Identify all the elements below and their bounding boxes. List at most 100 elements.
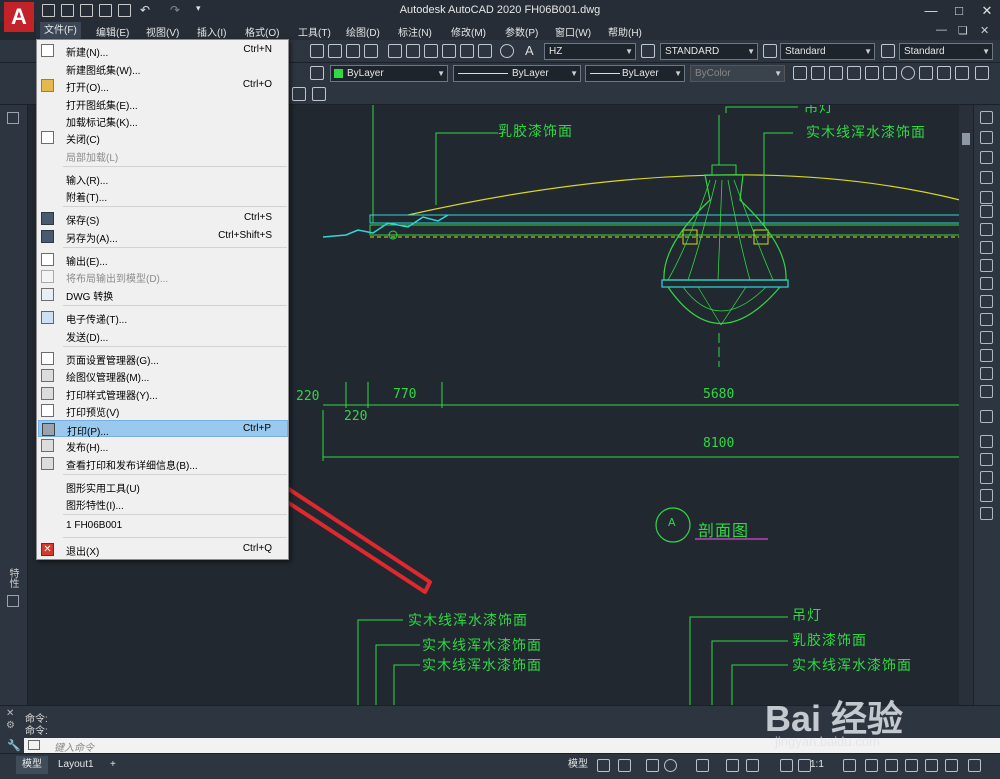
- mirror-icon[interactable]: [980, 151, 993, 164]
- quick-properties-icon[interactable]: [905, 759, 918, 772]
- close-button[interactable]: ✕: [974, 2, 1000, 20]
- move-icon[interactable]: [980, 205, 993, 218]
- draworder-icon[interactable]: [980, 435, 993, 448]
- doc-minimize-button[interactable]: —: [936, 24, 947, 36]
- layer-icon[interactable]: [310, 66, 324, 80]
- annotation-scale[interactable]: 1:1: [804, 756, 830, 774]
- menu-item-open[interactable]: 打开(O)... Ctrl+O: [38, 77, 288, 94]
- properties-icon[interactable]: [388, 44, 402, 58]
- model-space-button[interactable]: 模型: [562, 756, 594, 774]
- menu-item-plot-preview[interactable]: 打印预览(V): [38, 402, 288, 419]
- vertical-scrollbar[interactable]: [959, 105, 973, 705]
- menu-item-plotter-manager[interactable]: 绘图仪管理器(M)...: [38, 367, 288, 384]
- arc-icon[interactable]: [883, 66, 897, 80]
- menu-item-page-setup[interactable]: 页面设置管理器(G)...: [38, 350, 288, 367]
- annotation-visibility-icon[interactable]: [780, 759, 793, 772]
- lineweight-icon[interactable]: [746, 759, 759, 772]
- bring-above-icon[interactable]: [980, 489, 993, 502]
- annotation-monitor-icon[interactable]: [865, 759, 878, 772]
- menu-item-export[interactable]: 输出(E)...: [38, 251, 288, 268]
- array-icon[interactable]: [980, 191, 993, 204]
- menu-item-new-sheetset[interactable]: 新建图纸集(W)...: [38, 60, 288, 77]
- polygon-icon[interactable]: [847, 66, 861, 80]
- command-settings-icon[interactable]: ⚙: [6, 720, 15, 731]
- menu-item-exit[interactable]: ✕ 退出(X) Ctrl+Q: [38, 541, 288, 558]
- menu-item-plot[interactable]: 打印(P)... Ctrl+P: [38, 420, 288, 438]
- layer-previous-icon[interactable]: [312, 87, 326, 101]
- menu-item-drawing-utilities[interactable]: 图形实用工具(U): [38, 478, 288, 495]
- rectangle-icon[interactable]: [865, 66, 879, 80]
- menu-item-plot-details[interactable]: 查看打印和发布详细信息(B)...: [38, 455, 288, 472]
- polar-icon[interactable]: [664, 759, 677, 772]
- isolate-objects-icon[interactable]: [925, 759, 938, 772]
- menu-item-send[interactable]: 发送(D)...: [38, 327, 288, 344]
- text-icon[interactable]: [955, 66, 969, 80]
- snap-icon[interactable]: [618, 759, 631, 772]
- text-style-combo[interactable]: HZ ▼: [544, 43, 636, 60]
- scroll-thumb[interactable]: [962, 133, 970, 145]
- units-icon[interactable]: [885, 759, 898, 772]
- dim-style-combo[interactable]: STANDARD ▼: [660, 43, 758, 60]
- menu-item-attach[interactable]: 附着(T)...: [38, 187, 288, 204]
- stretch-icon[interactable]: [980, 259, 993, 272]
- menu-item-open-sheetset[interactable]: 打开图纸集(E)...: [38, 95, 288, 112]
- send-under-icon[interactable]: [980, 507, 993, 520]
- explode-icon[interactable]: [980, 410, 993, 423]
- menu-item-publish[interactable]: 发布(H)...: [38, 437, 288, 454]
- add-icon[interactable]: [975, 66, 989, 80]
- workspace-gear-icon[interactable]: [843, 759, 856, 772]
- menu-file[interactable]: 文件(F): [40, 22, 81, 40]
- help-icon[interactable]: [500, 44, 514, 58]
- trim-icon[interactable]: [980, 277, 993, 290]
- calculator-icon[interactable]: [478, 44, 492, 58]
- menu-item-import[interactable]: 输入(R)...: [38, 170, 288, 187]
- design-center-icon[interactable]: [406, 44, 420, 58]
- menu-window[interactable]: 窗口(W): [555, 24, 591, 39]
- clean-screen-icon[interactable]: [945, 759, 958, 772]
- menu-modify[interactable]: 修改(M): [451, 24, 486, 39]
- menu-item-dwg-convert[interactable]: DWG 转换: [38, 286, 288, 303]
- spline-icon[interactable]: [919, 66, 933, 80]
- doc-close-button[interactable]: ✕: [980, 24, 989, 37]
- menu-tools[interactable]: 工具(T): [298, 24, 331, 39]
- copy-icon[interactable]: [980, 131, 993, 144]
- maximize-button[interactable]: □: [946, 2, 972, 20]
- menu-item-save-as[interactable]: 另存为(A)... Ctrl+Shift+S: [38, 228, 288, 245]
- isodraft-icon[interactable]: [696, 759, 709, 772]
- table-style-combo[interactable]: Standard ▼: [780, 43, 875, 60]
- multileader-style-combo[interactable]: Standard ▼: [899, 43, 993, 60]
- menu-insert[interactable]: 插入(I): [197, 24, 226, 39]
- break-icon[interactable]: [980, 313, 993, 326]
- tool-palettes-icon[interactable]: [424, 44, 438, 58]
- circle-icon[interactable]: [901, 66, 915, 80]
- join-icon[interactable]: [980, 331, 993, 344]
- fillet-icon[interactable]: [980, 367, 993, 380]
- menu-format[interactable]: 格式(O): [245, 24, 279, 39]
- match-properties-icon[interactable]: [292, 87, 306, 101]
- menu-parametric[interactable]: 参数(P): [505, 24, 538, 39]
- blend-icon[interactable]: [980, 385, 993, 398]
- pan-icon[interactable]: [310, 44, 324, 58]
- menu-item-save[interactable]: 保存(S) Ctrl+S: [38, 210, 288, 227]
- chamfer-icon[interactable]: [980, 349, 993, 362]
- erase-icon[interactable]: [980, 111, 993, 124]
- sheet-set-icon[interactable]: [442, 44, 456, 58]
- palette-icon[interactable]: [7, 595, 19, 607]
- menu-item-etransmit[interactable]: 电子传递(T)...: [38, 309, 288, 326]
- menu-help[interactable]: 帮助(H): [608, 24, 642, 39]
- minimize-button[interactable]: —: [918, 2, 944, 20]
- ortho-icon[interactable]: [646, 759, 659, 772]
- menu-edit[interactable]: 编辑(E): [96, 24, 129, 39]
- tab-layout1[interactable]: Layout1: [52, 756, 100, 774]
- add-layout-button[interactable]: +: [104, 756, 122, 774]
- line-icon[interactable]: [793, 66, 807, 80]
- menu-item-new[interactable]: 新建(N)... Ctrl+N: [38, 42, 288, 59]
- properties-palette-tab[interactable]: 特性: [5, 568, 20, 588]
- tool-icon[interactable]: [7, 112, 19, 124]
- draworder-front-icon[interactable]: [980, 453, 993, 466]
- ellipse-icon[interactable]: [937, 66, 951, 80]
- osnap-icon[interactable]: [726, 759, 739, 772]
- menu-dimension[interactable]: 标注(N): [398, 24, 432, 39]
- application-menu-button[interactable]: A: [4, 2, 34, 32]
- offset-icon[interactable]: [980, 171, 993, 184]
